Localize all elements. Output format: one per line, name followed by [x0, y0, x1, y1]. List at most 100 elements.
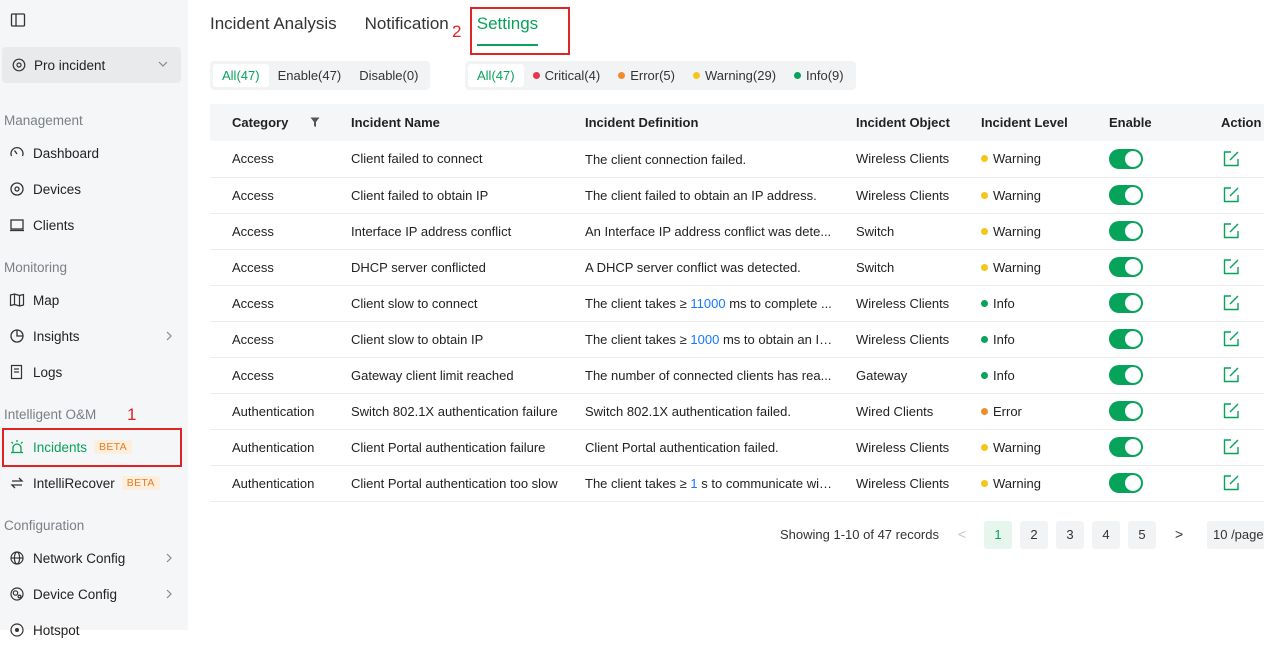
page-size-select[interactable]: 10 /page	[1207, 521, 1264, 549]
table-row: Authentication Client Portal authenticati…	[210, 429, 1264, 465]
cell-incident-object: Wireless Clients	[856, 187, 950, 203]
edit-icon[interactable]	[1222, 294, 1240, 312]
edit-icon[interactable]	[1222, 258, 1240, 276]
filter-status-all[interactable]: All(47)	[213, 64, 269, 87]
tab-incident-analysis[interactable]: Incident Analysis	[210, 14, 337, 46]
definition-threshold[interactable]: 1	[690, 476, 697, 491]
cell-incident-definition: A DHCP server conflict was detected.	[585, 249, 856, 285]
enable-toggle[interactable]	[1109, 293, 1143, 313]
filter-level-warning[interactable]: Warning(29)	[684, 64, 785, 87]
page-button-4[interactable]: 4	[1092, 521, 1120, 549]
level-dot-icon	[981, 155, 988, 163]
definition-threshold[interactable]: 1000	[690, 332, 719, 347]
sidebar-item-logs[interactable]: Logs	[0, 355, 188, 389]
definition-post: ms to complete ...	[725, 296, 832, 312]
level-dot-icon	[981, 335, 988, 343]
sidebar-item-insights[interactable]: Insights	[0, 319, 188, 353]
cell-incident-name: Client Portal authentication too slow	[351, 475, 558, 491]
page-button-2[interactable]: 2	[1020, 521, 1048, 549]
site-selector[interactable]: Pro incident	[2, 47, 181, 83]
sidebar-item-label: Insights	[33, 328, 80, 344]
cell-incident-level: Info	[981, 321, 1109, 357]
filter-status-enable[interactable]: Enable(47)	[269, 64, 351, 87]
sidebar-item-label: Clients	[33, 217, 75, 233]
tab-notification[interactable]: Notification	[365, 14, 449, 46]
edit-icon[interactable]	[1222, 474, 1240, 492]
definition-text: The client takes ≥ 11000 ms to complete …	[585, 296, 832, 311]
definition-pre: A DHCP server conflict was detected.	[585, 260, 801, 276]
page-button-5[interactable]: 5	[1128, 521, 1156, 549]
cell-category: Access	[232, 151, 274, 167]
edit-icon[interactable]	[1222, 402, 1240, 420]
sidebar-collapse-icon[interactable]	[10, 12, 26, 28]
page-button-1[interactable]: 1	[984, 521, 1012, 549]
sidebar-item-device-config[interactable]: Device Config	[0, 577, 188, 611]
filter-level-info[interactable]: Info(9)	[785, 64, 853, 87]
cell-incident-definition: The client connection failed.	[585, 141, 856, 177]
section-monitoring: Monitoring	[4, 260, 68, 275]
cell-incident-object: Switch	[856, 223, 895, 239]
level-label: Warning	[993, 151, 1041, 167]
level-dot-icon	[981, 299, 988, 307]
cell-incident-definition: The client takes ≥ 11000 ms to complete …	[585, 285, 856, 321]
cell-incident-object: Gateway	[856, 367, 908, 383]
enable-toggle[interactable]	[1109, 473, 1143, 493]
definition-text: The client connection failed.	[585, 152, 746, 167]
edit-icon[interactable]	[1222, 150, 1240, 168]
cell-category: Access	[232, 367, 274, 383]
definition-threshold[interactable]: 11000	[690, 296, 725, 311]
sidebar-item-dashboard[interactable]: Dashboard	[0, 136, 188, 170]
definition-text: The number of connected clients has rea.…	[585, 368, 831, 383]
definition-post: ms to obtain an IP...	[719, 332, 833, 348]
page-button-3[interactable]: 3	[1056, 521, 1084, 549]
definition-pre: The client failed to obtain an IP addres…	[585, 188, 817, 204]
enable-toggle[interactable]	[1109, 221, 1143, 241]
definition-text: The client takes ≥ 1000 ms to obtain an …	[585, 332, 833, 347]
next-page-button[interactable]: >	[1175, 526, 1183, 542]
level-label: Error	[993, 403, 1022, 419]
cell-incident-level: Warning	[981, 177, 1109, 213]
enable-toggle[interactable]	[1109, 185, 1143, 205]
enable-toggle[interactable]	[1109, 257, 1143, 277]
edit-icon[interactable]	[1222, 438, 1240, 456]
header-enable: Enable	[1109, 115, 1152, 130]
sidebar-item-network-config[interactable]: Network Config	[0, 541, 188, 575]
filter-label: Info(9)	[806, 68, 844, 83]
sidebar-item-intellirecover[interactable]: IntelliRecover BETA	[0, 466, 188, 500]
edit-icon[interactable]	[1222, 222, 1240, 240]
enable-toggle[interactable]	[1109, 437, 1143, 457]
enable-toggle[interactable]	[1109, 365, 1143, 385]
level-filter: All(47) Critical(4) Error(5) Warning(29)…	[465, 61, 856, 90]
cell-action	[1221, 249, 1264, 285]
header-incident-object: Incident Object	[856, 115, 950, 130]
cell-incident-definition: An Interface IP address conflict was det…	[585, 213, 856, 249]
cell-action	[1221, 429, 1264, 465]
sidebar-item-label: Device Config	[33, 586, 118, 602]
prev-page-button[interactable]: <	[958, 526, 966, 542]
sidebar-item-hotspot[interactable]: Hotspot	[0, 613, 188, 647]
cell-incident-definition: Client Portal authentication failed.	[585, 429, 856, 465]
filter-level-all[interactable]: All(47)	[468, 64, 524, 87]
enable-toggle[interactable]	[1109, 148, 1143, 169]
edit-icon[interactable]	[1222, 366, 1240, 384]
edit-icon[interactable]	[1222, 330, 1240, 348]
filter-level-error[interactable]: Error(5)	[609, 64, 684, 87]
sidebar-item-clients[interactable]: Clients	[0, 208, 188, 242]
filter-level-critical[interactable]: Critical(4)	[524, 64, 610, 87]
edit-icon[interactable]	[1222, 186, 1240, 204]
header-category: Category	[210, 104, 351, 141]
filter-funnel-icon[interactable]	[310, 117, 320, 128]
cell-category: Authentication	[232, 439, 315, 455]
level-dot-icon	[981, 227, 988, 235]
sidebar-item-map[interactable]: Map	[0, 283, 188, 317]
cell-incident-name: Interface IP address conflict	[351, 223, 512, 239]
definition-pre: The client connection failed.	[585, 151, 747, 167]
filter-status-disable[interactable]: Disable(0)	[350, 64, 427, 87]
annotation-box-incidents	[2, 428, 182, 467]
enable-toggle[interactable]	[1109, 401, 1143, 421]
table-row: Authentication Switch 802.1X authenticati…	[210, 393, 1264, 429]
chevron-down-icon	[158, 61, 168, 67]
enable-toggle[interactable]	[1109, 329, 1143, 349]
hotspot-icon	[10, 623, 24, 637]
sidebar-item-devices[interactable]: Devices	[0, 172, 188, 206]
